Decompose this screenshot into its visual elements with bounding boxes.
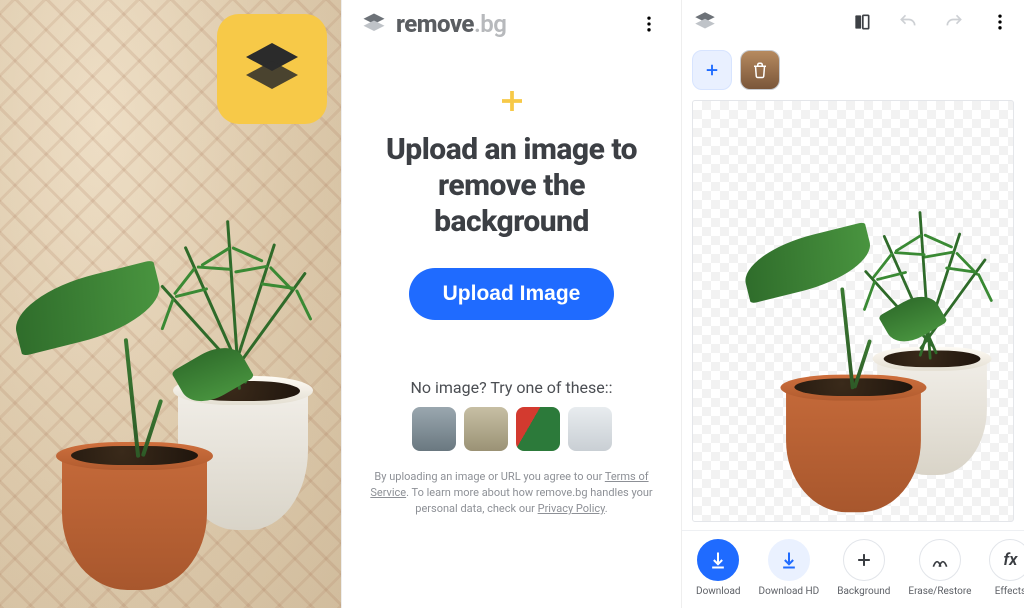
result-canvas[interactable] bbox=[692, 100, 1014, 522]
delete-image-chip[interactable] bbox=[740, 50, 780, 90]
brand: remove.bg bbox=[360, 10, 506, 38]
canvas-wrap bbox=[682, 100, 1024, 530]
plus-icon bbox=[703, 61, 721, 79]
source-plants bbox=[0, 0, 341, 608]
background-button[interactable]: Background bbox=[837, 539, 890, 597]
source-image-panel bbox=[0, 0, 341, 608]
more-menu-button[interactable] bbox=[986, 8, 1014, 36]
compare-button[interactable] bbox=[848, 8, 876, 36]
pot-terracotta bbox=[62, 450, 207, 590]
editor-panel: Download Download HD Background Erase/Re… bbox=[682, 0, 1024, 608]
legal-text: By uploading an image or URL you agree t… bbox=[360, 469, 663, 517]
layers-icon bbox=[360, 10, 388, 38]
result-plants bbox=[704, 138, 1002, 522]
brand-text: remove.bg bbox=[396, 10, 506, 38]
compare-icon bbox=[852, 12, 872, 32]
undo-icon bbox=[898, 12, 918, 32]
more-menu-button[interactable] bbox=[635, 10, 663, 38]
headline: Upload an image to remove the background bbox=[360, 132, 663, 240]
upload-image-button[interactable]: Upload Image bbox=[409, 268, 615, 320]
sample-thumb-3[interactable] bbox=[516, 407, 560, 451]
add-image-chip[interactable] bbox=[692, 50, 732, 90]
mid-header: remove.bg bbox=[360, 10, 663, 38]
redo-icon bbox=[944, 12, 964, 32]
privacy-link[interactable]: Privacy Policy bbox=[538, 502, 605, 515]
sample-thumb-4[interactable] bbox=[568, 407, 612, 451]
fx-icon: fx bbox=[1003, 550, 1017, 570]
kebab-icon bbox=[990, 12, 1010, 32]
kebab-icon bbox=[639, 14, 659, 34]
try-samples-label: No image? Try one of these:: bbox=[411, 378, 613, 397]
editor-toolbar bbox=[682, 0, 1024, 44]
sample-thumb-2[interactable] bbox=[464, 407, 508, 451]
layers-icon bbox=[692, 9, 718, 35]
sample-thumb-1[interactable] bbox=[412, 407, 456, 451]
download-icon bbox=[708, 550, 728, 570]
sample-row bbox=[412, 407, 612, 451]
redo-button[interactable] bbox=[940, 8, 968, 36]
trash-icon bbox=[751, 61, 769, 79]
undo-button[interactable] bbox=[894, 8, 922, 36]
upload-panel: remove.bg Upload an image to remove the … bbox=[341, 0, 682, 608]
erase-icon bbox=[930, 550, 950, 570]
image-chips bbox=[682, 44, 1024, 100]
download-icon bbox=[779, 550, 799, 570]
plus-accent-icon bbox=[497, 86, 527, 120]
action-bar: Download Download HD Background Erase/Re… bbox=[682, 530, 1024, 608]
effects-button[interactable]: fx Effects bbox=[989, 539, 1024, 597]
erase-restore-button[interactable]: Erase/Restore bbox=[908, 539, 971, 597]
plus-icon bbox=[854, 550, 874, 570]
download-hd-button[interactable]: Download HD bbox=[759, 539, 820, 597]
download-button[interactable]: Download bbox=[696, 539, 741, 597]
